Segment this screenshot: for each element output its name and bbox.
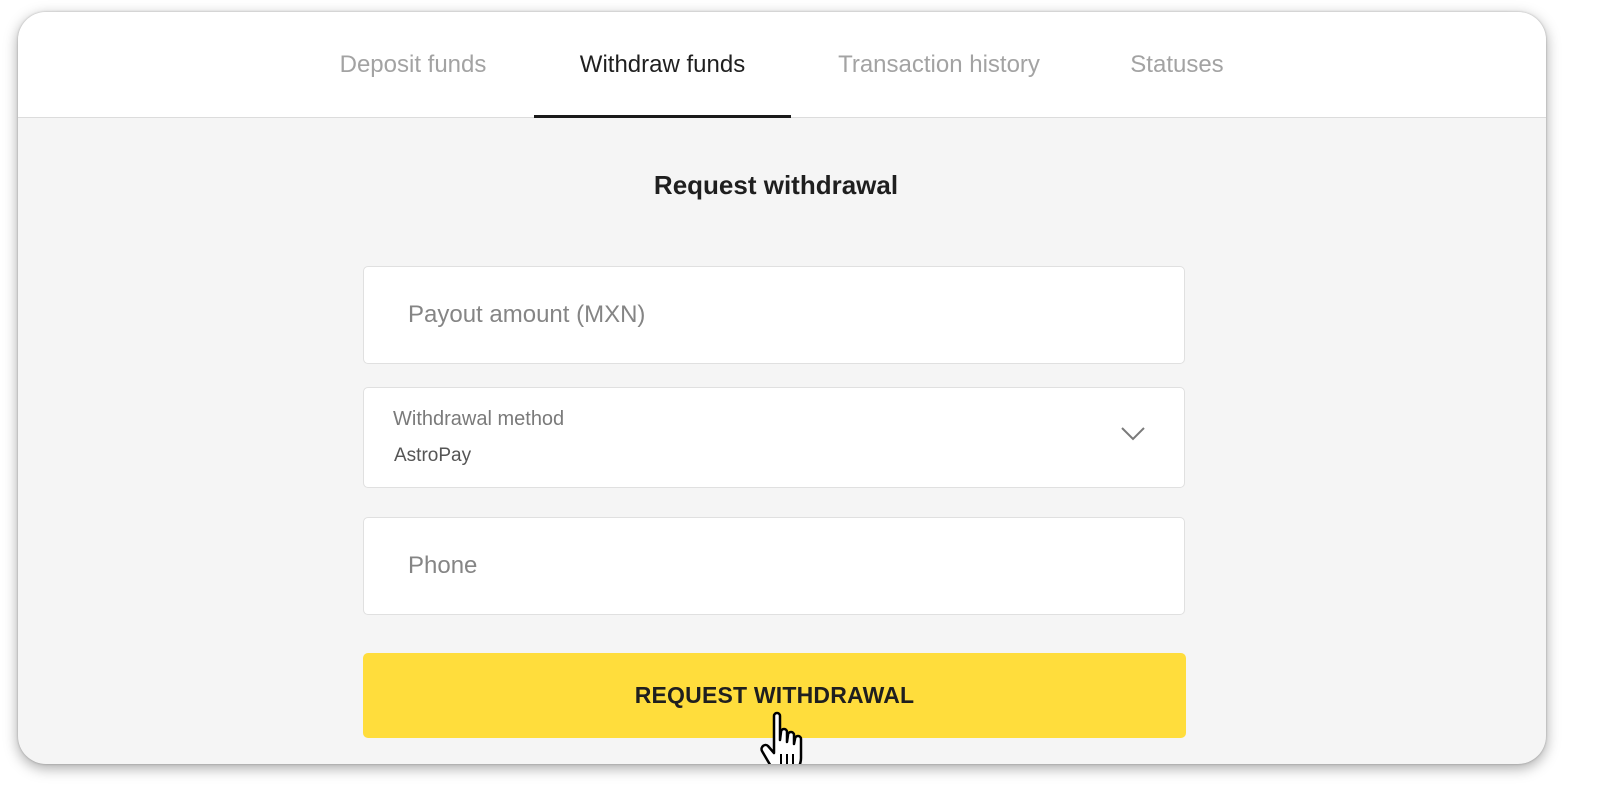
tab-bar: Deposit funds Withdraw funds Transaction… xyxy=(18,12,1546,118)
tab-withdraw-funds[interactable]: Withdraw funds xyxy=(534,12,791,118)
window-frame: Deposit funds Withdraw funds Transaction… xyxy=(18,12,1546,764)
withdrawal-method-value: AstroPay xyxy=(394,445,472,466)
withdrawal-method-label: Withdrawal method xyxy=(393,408,565,430)
tab-transaction-history[interactable]: Transaction history xyxy=(824,12,1054,117)
hand-pointer-cursor-icon xyxy=(760,711,803,764)
payout-amount-field[interactable] xyxy=(363,266,1185,364)
phone-input[interactable] xyxy=(364,518,1184,614)
tab-deposit-funds[interactable]: Deposit funds xyxy=(320,12,506,117)
chevron-down-icon[interactable] xyxy=(1120,426,1146,442)
withdrawal-method-select[interactable]: Withdrawal method AstroPay xyxy=(363,387,1185,488)
phone-field[interactable] xyxy=(363,517,1185,615)
tab-statuses[interactable]: Statuses xyxy=(1114,12,1240,117)
form-title: Request withdrawal xyxy=(653,170,899,200)
payout-amount-input[interactable] xyxy=(364,267,1184,363)
